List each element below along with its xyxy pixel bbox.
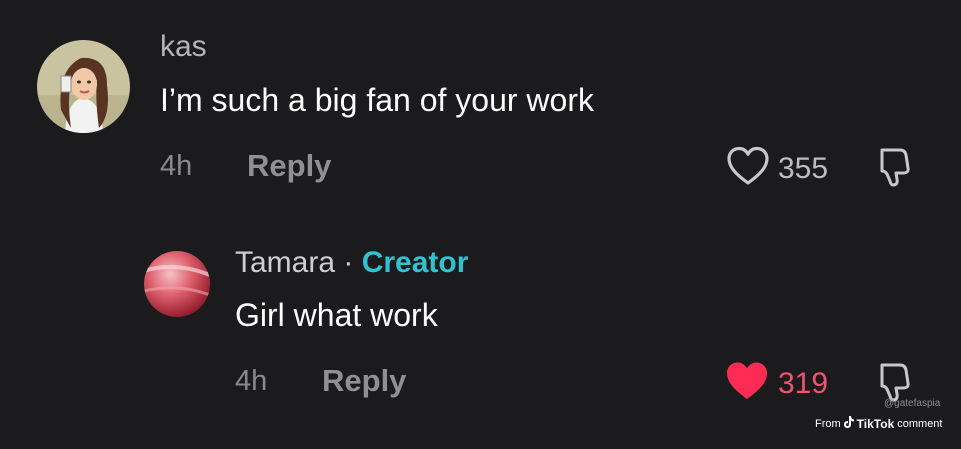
watermark-handle: @gatefaspia bbox=[884, 398, 941, 409]
comment-timestamp: 4h bbox=[235, 365, 268, 397]
comment-username[interactable]: Tamara bbox=[235, 246, 335, 279]
creator-badge: Creator bbox=[361, 246, 469, 279]
tiktok-logo-icon bbox=[843, 416, 854, 431]
user-avatar-kas[interactable] bbox=[37, 40, 130, 133]
user-avatar-tamara[interactable] bbox=[144, 251, 210, 317]
comment-username-header[interactable]: Tamara · Creator bbox=[235, 246, 468, 280]
watermark-suffix: comment bbox=[897, 417, 943, 430]
tiktok-watermark: From TikTok comment bbox=[815, 416, 943, 431]
like-count: 355 bbox=[778, 151, 829, 185]
like-button[interactable]: 355 bbox=[726, 146, 828, 191]
comment-text: I’m such a big fan of your work bbox=[160, 82, 594, 118]
like-button[interactable]: 319 bbox=[724, 360, 828, 407]
username-separator: · bbox=[335, 246, 362, 279]
comment-text: Girl what work bbox=[235, 297, 438, 333]
comment-timestamp: 4h bbox=[160, 150, 193, 182]
like-count: 319 bbox=[778, 366, 829, 400]
reply-button[interactable]: Reply bbox=[247, 148, 331, 184]
heart-filled-icon bbox=[724, 360, 770, 407]
watermark-from: From bbox=[815, 417, 841, 430]
watermark-brand: TikTok bbox=[856, 416, 895, 431]
thumbs-down-icon bbox=[876, 148, 912, 192]
dislike-button[interactable] bbox=[876, 146, 912, 193]
heart-outline-icon bbox=[726, 146, 770, 191]
comment-username[interactable]: kas bbox=[160, 30, 207, 64]
reply-button[interactable]: Reply bbox=[322, 363, 406, 399]
